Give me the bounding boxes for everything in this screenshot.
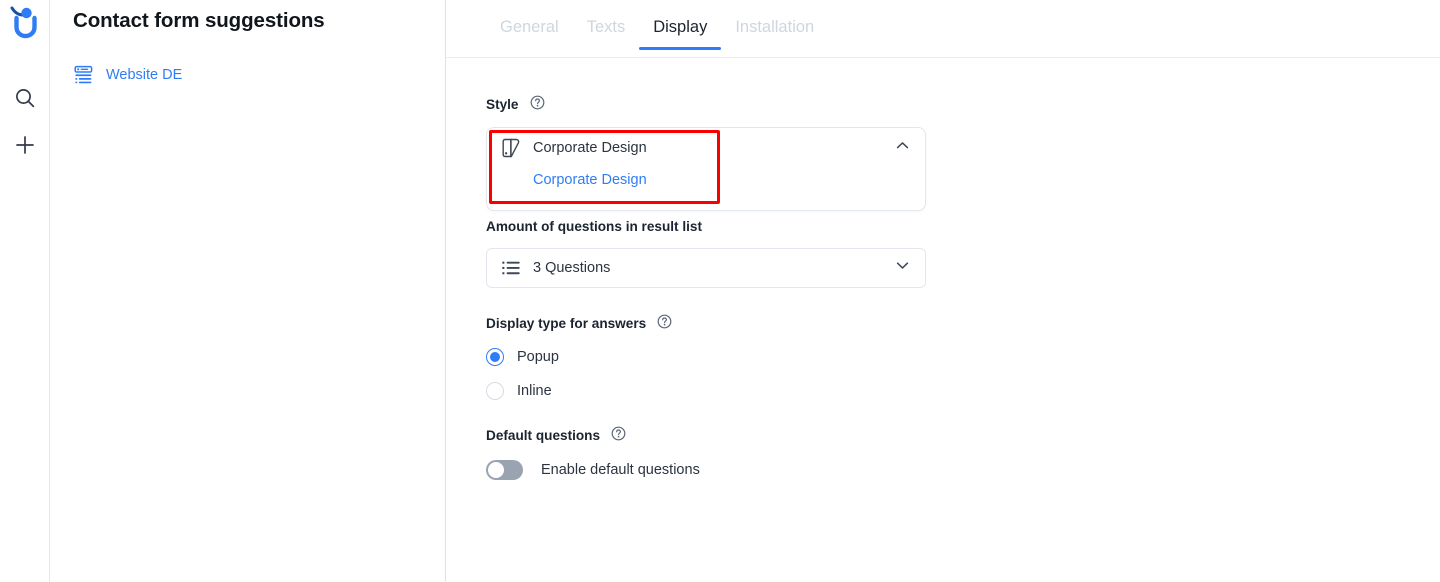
tab-general[interactable]: General xyxy=(486,18,573,50)
plus-icon[interactable] xyxy=(0,130,50,160)
amount-selected-value: 3 Questions xyxy=(533,260,894,276)
radio-inline-label: Inline xyxy=(517,383,552,399)
style-selected-value: Corporate Design xyxy=(533,140,894,156)
search-icon[interactable] xyxy=(0,83,50,113)
display-type-label: Display type for answers xyxy=(486,316,646,331)
chevron-up-icon[interactable] xyxy=(894,137,911,159)
radio-popup-indicator[interactable] xyxy=(486,348,504,366)
default-questions-label-row: Default questions xyxy=(486,426,926,444)
tab-texts[interactable]: Texts xyxy=(573,18,640,50)
list-panel: Contact form suggestions Website DE xyxy=(50,0,446,582)
chevron-down-icon[interactable] xyxy=(894,257,911,279)
tab-bar-divider xyxy=(446,57,1440,58)
style-dropdown-trigger[interactable]: Corporate Design xyxy=(487,128,925,168)
page-title: Contact form suggestions xyxy=(73,9,325,33)
amount-label: Amount of questions in result list xyxy=(486,219,702,234)
default-questions-toggle-row[interactable]: Enable default questions xyxy=(486,460,926,480)
design-palette-icon xyxy=(500,137,522,159)
tab-display[interactable]: Display xyxy=(639,18,721,50)
display-settings-form: Style xyxy=(486,95,926,480)
amount-field-group: Amount of questions in result list xyxy=(486,219,926,288)
default-questions-group: Default questions Enable default questio… xyxy=(486,426,926,480)
help-icon[interactable] xyxy=(611,426,626,444)
tab-installation[interactable]: Installation xyxy=(721,18,828,50)
list-item-website-de[interactable]: Website DE xyxy=(73,64,182,86)
display-type-group: Display type for answers Popup xyxy=(486,314,926,400)
style-option-corporate-design[interactable]: Corporate Design xyxy=(487,168,925,194)
amount-label-row: Amount of questions in result list xyxy=(486,219,926,234)
style-label-row: Style xyxy=(486,95,926,113)
radio-inline-indicator[interactable] xyxy=(486,382,504,400)
website-page-icon xyxy=(73,64,95,86)
help-icon[interactable] xyxy=(657,314,672,332)
style-label: Style xyxy=(486,97,519,112)
main-content: General Texts Display Installation Style xyxy=(446,0,1440,582)
list-item-label: Website DE xyxy=(106,67,182,83)
radio-option-inline[interactable]: Inline xyxy=(486,382,926,400)
style-dropdown[interactable]: Corporate Design Corporate Design xyxy=(486,127,926,211)
userlike-logo[interactable] xyxy=(4,2,46,44)
radio-popup-label: Popup xyxy=(517,349,559,365)
default-questions-toggle[interactable] xyxy=(486,460,523,480)
app-window: Contact form suggestions Website DE Gene… xyxy=(0,0,1440,582)
default-questions-toggle-label: Enable default questions xyxy=(541,462,700,478)
display-type-label-row: Display type for answers xyxy=(486,314,926,332)
list-icon xyxy=(500,257,522,279)
tab-bar: General Texts Display Installation xyxy=(486,18,828,50)
amount-select[interactable]: 3 Questions xyxy=(486,248,926,288)
default-questions-label: Default questions xyxy=(486,428,600,443)
radio-option-popup[interactable]: Popup xyxy=(486,348,926,366)
icon-rail xyxy=(0,0,50,582)
help-icon[interactable] xyxy=(530,95,545,113)
style-option-list: Corporate Design xyxy=(487,168,925,200)
